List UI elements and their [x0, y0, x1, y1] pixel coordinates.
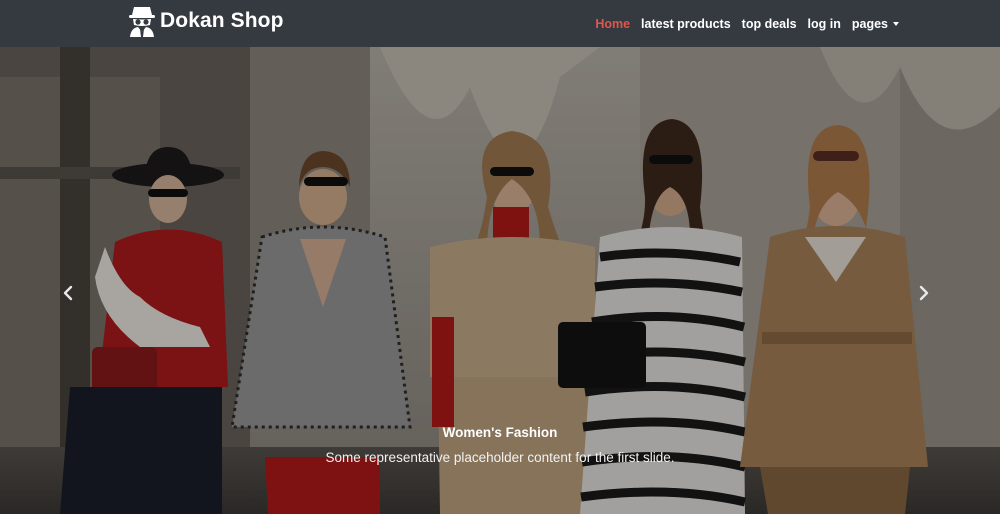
nav-dropdown-pages[interactable]: pages — [852, 17, 899, 31]
slide-text: Some representative placeholder content … — [325, 450, 675, 465]
brand-name: Dokan Shop — [160, 9, 284, 32]
slide-caption: Women's Fashion Some representative plac… — [200, 425, 800, 465]
spy-icon — [129, 7, 155, 37]
nav-link-latest-products[interactable]: latest products — [641, 17, 731, 31]
carousel-prev-button[interactable] — [56, 277, 80, 309]
carousel-next-button[interactable] — [912, 277, 936, 309]
nav-dropdown-pages-label: pages — [851, 16, 888, 31]
nav-link-home[interactable]: Home — [595, 17, 630, 31]
brand-link[interactable]: Dokan Shop — [128, 5, 284, 37]
nav-link-log-in[interactable]: log in — [808, 17, 841, 31]
nav-link-top-deals[interactable]: top deals — [742, 17, 797, 31]
chevron-right-icon — [919, 285, 929, 301]
navbar: Dokan Shop Home latest products top deal… — [0, 0, 1000, 47]
nav-links: Home latest products top deals log in pa… — [595, 0, 899, 47]
hero-carousel: Women's Fashion Some representative plac… — [0, 47, 1000, 514]
slide-title: Women's Fashion — [442, 425, 558, 440]
caret-down-icon — [893, 22, 899, 26]
chevron-left-icon — [63, 285, 73, 301]
